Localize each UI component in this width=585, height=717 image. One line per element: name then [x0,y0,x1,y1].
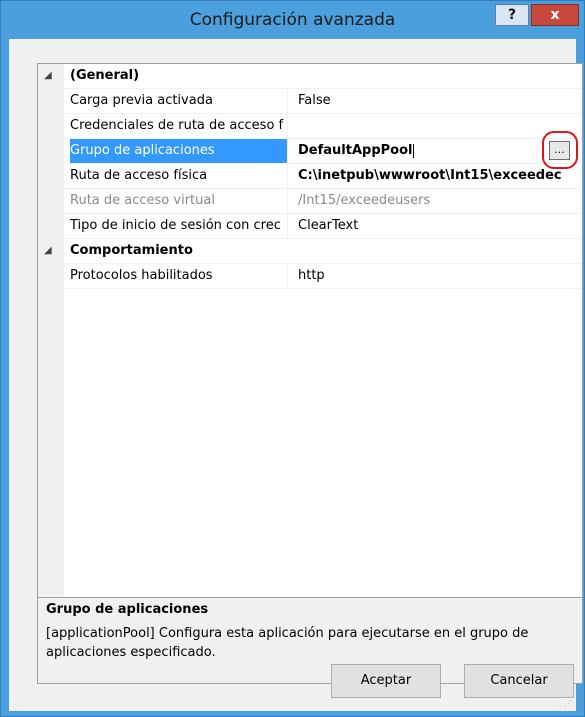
text-caret [413,143,415,158]
property-value[interactable] [298,114,582,138]
description-text: [applicationPool] Configura esta aplicac… [46,626,529,660]
dialog-window: Configuración avanzada ? x ◢ (General) C… [0,0,585,717]
collapse-icon[interactable]: ◢ [44,64,58,88]
property-value-text[interactable]: DefaultAppPool [298,143,412,158]
property-row-tipo-inicio-sesion[interactable]: Tipo de inicio de sesión con crec ClearT… [38,214,582,239]
property-name: Protocolos habilitados [70,264,288,288]
property-row-protocolos[interactable]: Protocolos habilitados http [38,264,582,289]
property-row-grupo-aplicaciones[interactable]: Grupo de aplicaciones DefaultAppPool ... [38,131,582,169]
property-name: Tipo de inicio de sesión con crec [70,214,288,238]
property-row-carga-previa[interactable]: Carga previa activada False [38,89,582,114]
property-value[interactable]: C:\inetpub\wwwroot\Int15\exceedec [298,164,582,188]
property-grid: ◢ (General) Carga previa activada False … [37,63,583,609]
property-name: Carga previa activada [70,89,288,113]
property-name: Ruta de acceso física [70,164,288,188]
property-name: Ruta de acceso virtual [70,189,288,213]
property-row-credenciales[interactable]: Credenciales de ruta de acceso f [38,114,582,139]
title-bar[interactable]: Configuración avanzada ? x [1,1,584,39]
property-row-ruta-virtual[interactable]: Ruta de acceso virtual /Int15/exceedeuse… [38,189,582,214]
property-value: /Int15/exceedeusers [298,193,431,208]
category-comportamiento[interactable]: ◢ Comportamiento [38,239,582,264]
property-name: Credenciales de ruta de acceso f [70,114,288,138]
property-name: Grupo de aplicaciones [70,139,288,163]
ellipsis-button[interactable]: ... [549,141,570,160]
property-row-ruta-fisica[interactable]: Ruta de acceso física C:\inetpub\wwwroot… [38,164,582,189]
dialog-client-area: ◢ (General) Carga previa activada False … [9,39,583,711]
property-value[interactable]: http [298,264,582,288]
property-value[interactable]: False [298,89,582,113]
property-value-editor[interactable]: DefaultAppPool [298,139,582,163]
category-general[interactable]: ◢ (General) [38,64,582,89]
category-label: Comportamiento [70,243,193,258]
description-title: Grupo de aplicaciones [46,602,209,617]
collapse-icon[interactable]: ◢ [44,239,58,263]
help-button[interactable]: ? [495,4,529,26]
property-value[interactable]: ClearText [298,214,582,238]
ok-button[interactable]: Aceptar [331,664,441,698]
close-button[interactable]: x [531,4,579,26]
category-label: (General) [70,68,140,83]
resize-grip-icon[interactable]: ⋰ [564,699,574,709]
cancel-button[interactable]: Cancelar [464,664,574,698]
